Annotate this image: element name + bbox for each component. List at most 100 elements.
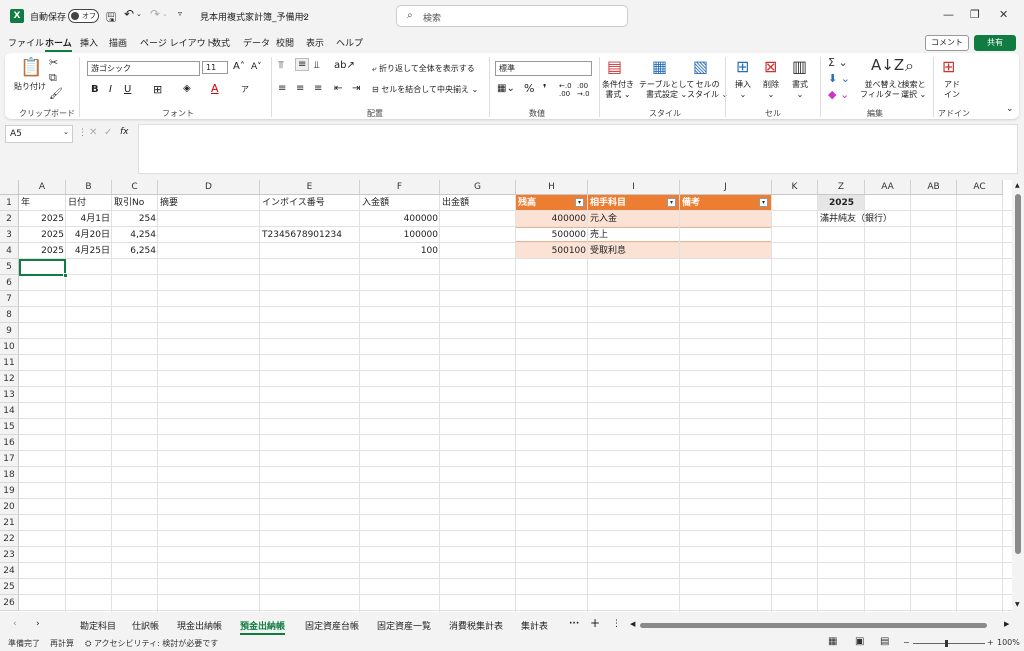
cut-icon[interactable]: ✂ — [49, 56, 58, 69]
page-break-view-icon[interactable]: ▤ — [880, 636, 889, 647]
row-header-19[interactable]: 19 — [0, 483, 19, 499]
cell-h2[interactable]: 400000 — [516, 211, 588, 227]
zoom-in-icon[interactable]: + — [987, 638, 994, 647]
insert-cells-button[interactable]: 挿入 ⌄ — [735, 80, 751, 100]
fill-color-icon[interactable]: ◈ — [183, 83, 191, 94]
column-header-aa[interactable]: AA — [865, 180, 911, 195]
orientation-icon[interactable]: ab↗ — [334, 60, 355, 71]
vertical-scrollbar[interactable]: ▲ ▼ — [1012, 180, 1024, 612]
tab-scroll-left-icon[interactable]: ‹ — [13, 619, 17, 629]
row-header-26[interactable]: 26 — [0, 595, 19, 611]
column-header-h[interactable]: H — [516, 180, 588, 195]
row-header-9[interactable]: 9 — [0, 323, 19, 339]
cell-styles-button[interactable]: セルの スタイル ⌄ — [687, 80, 728, 100]
confirm-entry-icon[interactable]: ✓ — [104, 127, 112, 138]
column-header-b[interactable]: B — [66, 180, 112, 195]
addins-icon[interactable]: ⊞ — [942, 57, 955, 76]
tab-scroll-right-icon[interactable]: › — [36, 619, 40, 629]
percent-icon[interactable]: % — [524, 82, 534, 95]
tab-file[interactable]: ファイル — [8, 36, 44, 49]
align-right-icon[interactable]: ≡ — [314, 83, 322, 94]
cell-b2[interactable]: 4月1日 — [66, 211, 112, 227]
find-select-icon[interactable]: ⌕ — [905, 56, 914, 76]
row-header-18[interactable]: 18 — [0, 467, 19, 483]
row-header-6[interactable]: 6 — [0, 275, 19, 291]
row-header-7[interactable]: 7 — [0, 291, 19, 307]
comment-button[interactable]: コメント — [925, 35, 969, 51]
redo-dropdown-icon[interactable]: ⌄ — [162, 10, 168, 18]
select-all-corner[interactable] — [0, 180, 19, 195]
sort-filter-icon[interactable]: A↓Z — [871, 56, 904, 74]
paste-button-label[interactable]: 貼り付け — [14, 81, 46, 92]
delete-cells-icon[interactable]: ⊠ — [764, 57, 777, 76]
tab-help[interactable]: ヘルプ — [336, 36, 363, 49]
bold-icon[interactable]: B — [91, 84, 99, 95]
row-header-22[interactable]: 22 — [0, 531, 19, 547]
phonetic-icon[interactable]: ア — [241, 84, 249, 95]
cell-i4[interactable]: 受取利息 — [588, 243, 680, 259]
search-box[interactable]: ⌕ 検索 — [396, 5, 628, 27]
cell-f1[interactable]: 入金額 — [360, 195, 440, 211]
title-chevron-down-icon[interactable]: ⌄ — [301, 10, 308, 19]
paste-icon[interactable]: 📋 — [20, 57, 42, 78]
tab-draw[interactable]: 描画 — [109, 36, 127, 49]
conditional-format-button[interactable]: 条件付き 書式 ⌄ — [602, 80, 634, 100]
column-header-g[interactable]: G — [440, 180, 516, 195]
number-format-select[interactable]: 標準 — [495, 61, 592, 76]
formula-bar-menu-icon[interactable]: ⋮ — [78, 128, 87, 138]
tab-home[interactable]: ホーム — [45, 36, 72, 52]
zoom-slider[interactable] — [913, 643, 985, 644]
status-recalculate[interactable]: 再計算 — [50, 638, 74, 649]
column-header-i[interactable]: I — [588, 180, 680, 195]
cell-f3[interactable]: 100000 — [360, 227, 440, 243]
decrease-indent-icon[interactable]: ⇤ — [334, 83, 342, 94]
document-title[interactable]: 見本用複式家計簿_予備用2 — [200, 10, 309, 23]
sheet-tab[interactable]: 固定資産台帳 — [305, 619, 359, 632]
align-bottom-icon[interactable]: ⫫ — [314, 60, 320, 71]
sheet-list-icon[interactable]: ⋮ — [612, 619, 621, 629]
filter-dropdown-icon[interactable]: ▾ — [575, 198, 584, 207]
font-size-select[interactable]: 11 — [202, 61, 228, 74]
format-as-table-button[interactable]: テーブルとして 書式設定 ⌄ — [639, 80, 694, 100]
cell-a3[interactable]: 2025 — [19, 227, 66, 243]
increase-indent-icon[interactable]: ⇥ — [352, 83, 360, 94]
row-header-10[interactable]: 10 — [0, 339, 19, 355]
fill-icon[interactable]: ⬇ ⌄ — [828, 72, 850, 85]
sheet-tab[interactable]: 預金出納帳 — [240, 619, 286, 635]
cell-c1[interactable]: 取引No — [112, 195, 158, 211]
collapse-ribbon-icon[interactable]: ⌄ — [1006, 104, 1014, 114]
row-header-20[interactable]: 20 — [0, 499, 19, 515]
underline-icon[interactable]: U — [124, 84, 131, 95]
row-header-13[interactable]: 13 — [0, 387, 19, 403]
horizontal-scroll-thumb[interactable] — [640, 623, 987, 628]
align-top-icon[interactable]: ⫪ — [278, 60, 284, 71]
cell-i2[interactable]: 元入金 — [588, 211, 680, 227]
copy-icon[interactable]: ⧉ — [49, 71, 57, 85]
sheet-tab[interactable]: 勘定科目 — [80, 619, 116, 632]
format-painter-icon[interactable]: 🖌 — [49, 87, 63, 100]
italic-icon[interactable]: I — [109, 84, 112, 95]
cell-h4[interactable]: 500100 — [516, 243, 588, 259]
cell-d1[interactable]: 摘要 — [158, 195, 260, 211]
delete-cells-button[interactable]: 削除 ⌄ — [763, 80, 779, 100]
vertical-scroll-thumb[interactable] — [1015, 194, 1021, 554]
row-header-16[interactable]: 16 — [0, 435, 19, 451]
cell-c4[interactable]: 6,254 — [112, 243, 158, 259]
hscroll-right-icon[interactable]: ▶ — [1004, 620, 1009, 628]
sheet-tab[interactable]: 現金出納帳 — [177, 619, 222, 632]
increase-font-icon[interactable]: A˄ — [233, 61, 245, 72]
align-middle-icon[interactable]: ≡ — [295, 58, 310, 71]
tab-page-layout[interactable]: ページ レイアウト — [140, 36, 215, 49]
cell-i3[interactable]: 売上 — [588, 227, 680, 243]
row-header-8[interactable]: 8 — [0, 307, 19, 323]
tab-review[interactable]: 校閲 — [276, 36, 294, 49]
column-header-c[interactable]: C — [112, 180, 158, 195]
close-icon[interactable]: ✕ — [999, 8, 1008, 21]
tab-view[interactable]: 表示 — [306, 36, 324, 49]
cell-e1[interactable]: インボイス番号 — [260, 195, 360, 211]
align-left-icon[interactable]: ≡ — [278, 83, 286, 94]
row-header-15[interactable]: 15 — [0, 419, 19, 435]
more-sheets-icon[interactable]: ··· — [569, 619, 579, 629]
customize-qat-icon[interactable]: ▿ — [178, 9, 182, 18]
minimize-icon[interactable]: — — [943, 8, 954, 21]
